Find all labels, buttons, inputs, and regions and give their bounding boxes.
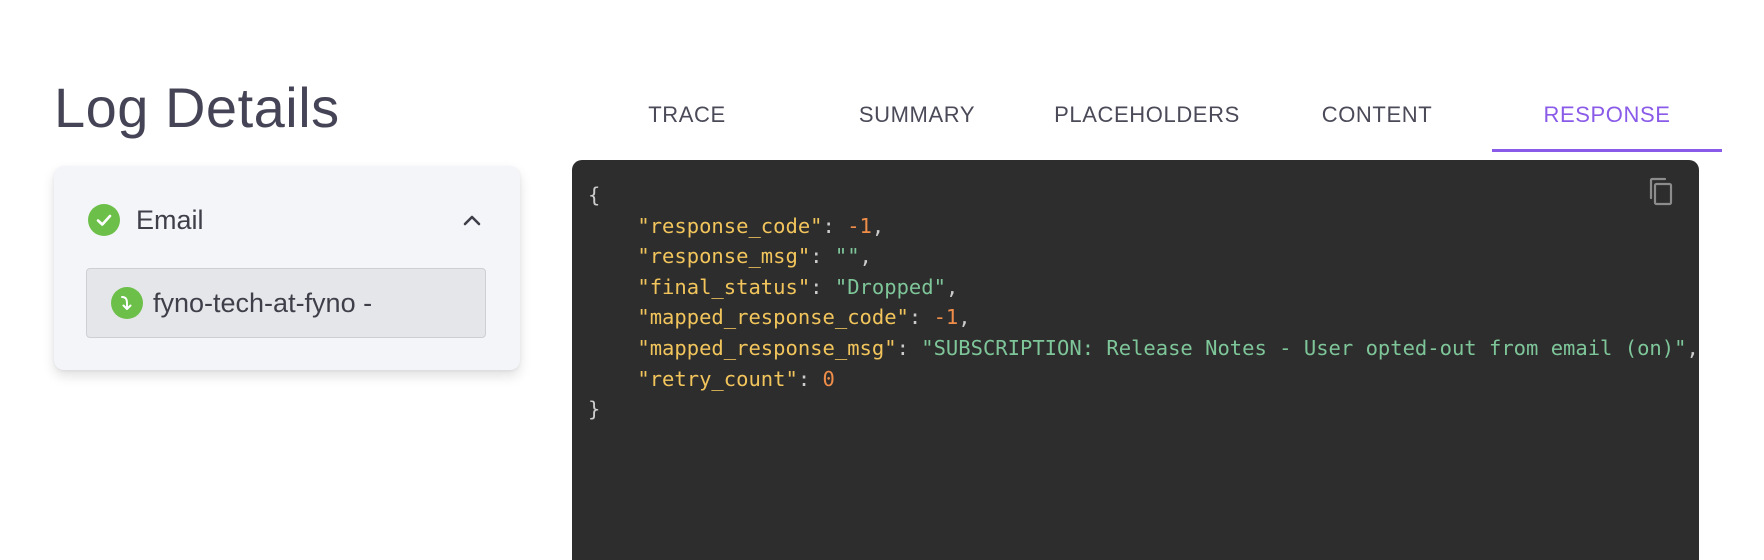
json-open-brace: {: [588, 183, 601, 207]
channel-header[interactable]: Email: [88, 200, 486, 240]
json-value: "Dropped": [834, 274, 946, 299]
json-line: "mapped_response_code": -1,: [637, 305, 971, 330]
json-line: }: [588, 394, 1699, 425]
json-key: "mapped_response_code": [637, 305, 909, 330]
json-key: "response_msg": [637, 244, 811, 269]
json-value: "": [834, 244, 860, 269]
tab-response[interactable]: RESPONSE: [1492, 90, 1722, 152]
json-value: "SUBSCRIPTION: Release Notes - User opte…: [921, 335, 1687, 360]
tab-summary[interactable]: SUMMARY: [802, 90, 1032, 140]
check-circle-icon: [88, 204, 120, 236]
json-line: "mapped_response_msg": "SUBSCRIPTION: Re…: [637, 335, 1699, 360]
json-close-brace: }: [588, 397, 601, 422]
json-line: {: [588, 180, 1699, 211]
json-key: "mapped_response_msg": [637, 335, 897, 360]
tab-trace[interactable]: TRACE: [572, 90, 802, 140]
redirect-arrow-icon: [111, 287, 143, 319]
provider-item[interactable]: fyno-tech-at-fyno -: [86, 268, 486, 338]
json-key: "final_status": [637, 274, 811, 299]
json-key: "response_code": [637, 213, 823, 238]
json-value: -1: [847, 213, 872, 238]
channel-card: Email fyno-tech-at-fyno -: [54, 166, 520, 370]
channel-label: Email: [136, 204, 204, 235]
json-line: "final_status": "Dropped",: [637, 274, 959, 299]
json-line: "response_code": -1,: [637, 213, 885, 238]
response-code-panel: { "response_code": -1, "response_msg": "…: [572, 160, 1699, 560]
json-line: "response_msg": "",: [637, 244, 872, 269]
json-value: 0: [822, 366, 835, 391]
json-line: "retry_count": 0: [637, 366, 835, 391]
provider-label: fyno-tech-at-fyno -: [153, 287, 373, 318]
tab-bar: TRACE SUMMARY PLACEHOLDERS CONTENT RESPO…: [572, 90, 1722, 152]
json-code: { "response_code": -1, "response_msg": "…: [588, 180, 1699, 425]
page-title: Log Details: [54, 76, 340, 139]
json-value: -1: [933, 305, 959, 330]
tab-placeholders[interactable]: PLACEHOLDERS: [1032, 90, 1262, 140]
tab-content[interactable]: CONTENT: [1262, 90, 1492, 140]
json-key: "retry_count": [637, 366, 798, 391]
chevron-up-icon[interactable]: [458, 206, 486, 234]
